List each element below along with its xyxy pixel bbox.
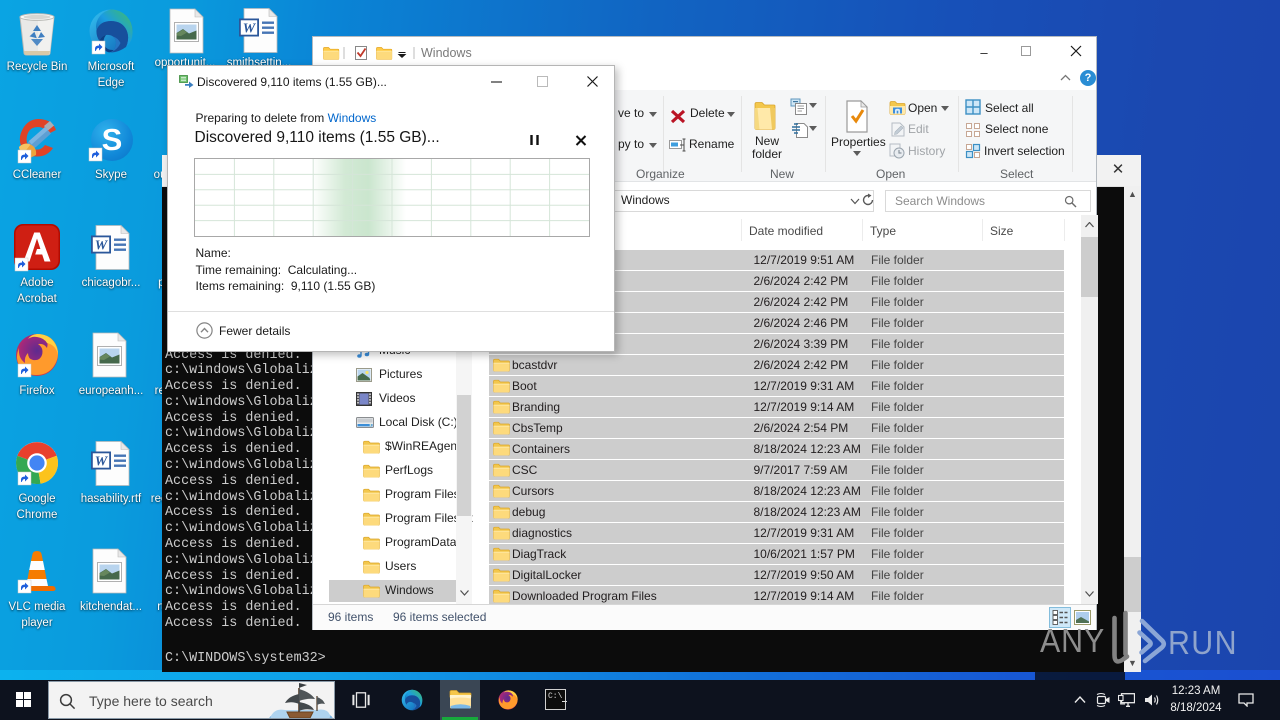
svg-text:S: S (102, 122, 123, 157)
